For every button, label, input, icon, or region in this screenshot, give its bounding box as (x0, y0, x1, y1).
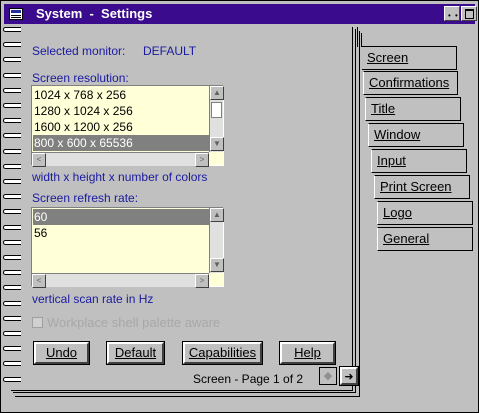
refresh-hscrollbar[interactable]: < > (32, 273, 209, 288)
minimize-button[interactable]: • • (444, 6, 460, 21)
binding-ring (3, 118, 21, 124)
tab-edge (357, 27, 358, 47)
next-page-icon[interactable]: ➜ (339, 366, 359, 386)
binding-ring (3, 87, 21, 93)
scroll-up-icon[interactable]: ▲ (210, 86, 224, 100)
binding-ring (3, 27, 21, 32)
spiral-binding (3, 27, 21, 397)
binding-ring (3, 255, 21, 260)
binding-ring (3, 346, 21, 352)
resolution-hint: width x height x number of colors (32, 170, 208, 184)
selected-monitor-label: Selected monitor: (32, 44, 126, 58)
tab-general[interactable]: General (377, 227, 473, 251)
minimize-icon: • • (448, 11, 459, 20)
tab-window[interactable]: Window (368, 123, 464, 147)
resolution-vscrollbar[interactable]: ▲ ▼ (209, 86, 224, 152)
default-button[interactable]: Default (106, 341, 165, 365)
scroll-down-icon[interactable]: ▼ (210, 258, 224, 272)
scroll-right-icon[interactable]: > (195, 153, 209, 167)
list-item[interactable]: 1024 x 768 x 256 (33, 87, 209, 103)
capabilities-button[interactable]: Capabilities (182, 341, 263, 365)
tab-confirmations[interactable]: Confirmations (363, 71, 458, 95)
scroll-thumb[interactable] (211, 102, 222, 118)
resolution-listbox[interactable]: 1024 x 768 x 256 1280 x 1024 x 256 1600 … (31, 85, 224, 167)
tab-edge (361, 33, 362, 47)
list-item-selected[interactable]: 60 (33, 209, 209, 225)
window-title: System - Settings (36, 6, 153, 21)
resolution-label: Screen resolution: (32, 71, 129, 85)
binding-ring (3, 72, 21, 78)
tab-label: Print Screen (380, 179, 452, 194)
binding-ring (3, 57, 21, 63)
binding-ring (3, 133, 21, 139)
scroll-left-icon[interactable]: < (32, 153, 46, 167)
binding-ring (3, 300, 21, 306)
list-item[interactable]: 56 (33, 225, 209, 241)
scroll-down-icon[interactable]: ▼ (210, 137, 224, 151)
selected-monitor-value: DEFAULT (143, 44, 197, 58)
list-item[interactable]: 1280 x 1024 x 256 (33, 103, 209, 119)
system-menu-icon[interactable] (9, 8, 23, 20)
binding-ring (3, 42, 21, 48)
refresh-vscrollbar[interactable]: ▲ ▼ (209, 208, 224, 273)
tab-label: Input (377, 153, 406, 168)
refresh-rate-hint: vertical scan rate in Hz (32, 292, 154, 306)
tab-screen[interactable]: Screen (362, 46, 457, 70)
binding-ring (3, 270, 21, 276)
refresh-rate-listbox[interactable]: 60 56 ▲ ▼ < > (31, 207, 224, 288)
help-button[interactable]: Help (279, 341, 336, 365)
binding-ring (3, 194, 21, 200)
previous-page-icon[interactable]: ◆ (319, 367, 337, 385)
binding-ring (3, 315, 21, 321)
scroll-left-icon[interactable]: < (32, 274, 46, 288)
palette-aware-label: Workplace shell palette aware (47, 315, 221, 330)
tab-label: Screen (367, 50, 409, 65)
scroll-right-icon[interactable]: > (195, 274, 209, 288)
tab-label: Window (374, 127, 421, 142)
binding-ring (3, 148, 21, 154)
list-item-selected[interactable]: 800 x 600 x 65536 (33, 135, 209, 151)
binding-ring (3, 239, 21, 245)
tab-print-screen[interactable]: Print Screen (374, 175, 470, 199)
tab-title[interactable]: Title (365, 97, 461, 121)
binding-ring (3, 103, 21, 108)
binding-ring (3, 331, 21, 336)
title-bar[interactable]: System - Settings • • (4, 4, 477, 24)
refresh-rate-label: Screen refresh rate: (32, 191, 139, 205)
tab-logo[interactable]: Logo (377, 201, 473, 225)
tab-input[interactable]: Input (371, 149, 467, 173)
settings-window: System - Settings • • Selected monitor: … (0, 0, 479, 413)
list-item[interactable]: 1600 x 1200 x 256 (33, 119, 209, 135)
maximize-button[interactable] (461, 6, 477, 21)
scroll-up-icon[interactable]: ▲ (210, 208, 224, 222)
palette-aware-checkbox[interactable] (32, 317, 43, 328)
binding-ring (3, 209, 21, 215)
page-indicator: Screen - Page 1 of 2 (193, 372, 304, 386)
tab-label: Logo (383, 205, 412, 220)
binding-ring (3, 163, 21, 169)
binding-ring (3, 376, 21, 382)
binding-ring (3, 179, 21, 184)
tab-label: General (383, 231, 430, 246)
undo-button[interactable]: Undo (33, 341, 90, 365)
binding-ring (3, 361, 21, 367)
tab-label: Confirmations (369, 75, 450, 90)
binding-ring (3, 285, 21, 291)
resolution-hscrollbar[interactable]: < > (32, 152, 209, 167)
tab-label: Title (371, 101, 396, 116)
binding-ring (3, 224, 21, 230)
